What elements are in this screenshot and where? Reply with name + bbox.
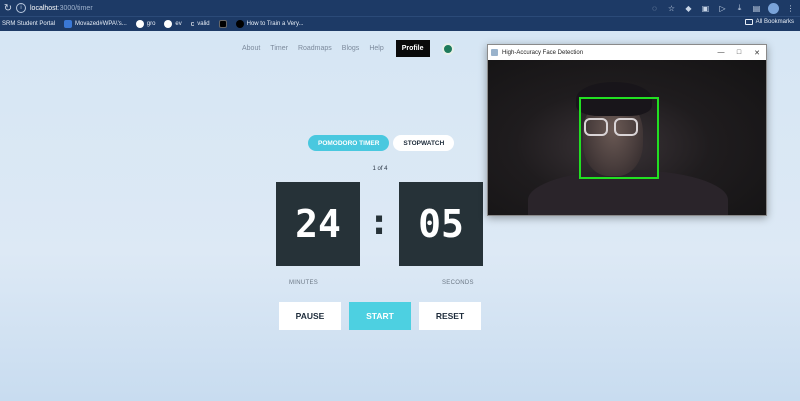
- all-bookmarks[interactable]: All Bookmarks: [744, 19, 794, 25]
- nav-roadmaps[interactable]: Roadmaps: [298, 45, 332, 52]
- mode-tabs: POMODORO TIMER STOPWATCH: [308, 135, 455, 151]
- extensions-icon[interactable]: ▣: [700, 3, 711, 14]
- reload-icon[interactable]: ↻: [0, 0, 16, 16]
- minimize-icon[interactable]: —: [712, 45, 730, 60]
- ai-icon: [218, 20, 227, 28]
- play-icon[interactable]: ▷: [717, 3, 728, 14]
- bookmark-movazed[interactable]: Movazed#WPA\'s...: [64, 20, 127, 28]
- pause-button[interactable]: PAUSE: [279, 302, 341, 330]
- bookmark-train[interactable]: How to Train a Very...: [235, 20, 304, 28]
- bookmark-label: SRM Student Portal: [2, 21, 56, 27]
- bookmark-valid[interactable]: c valid: [191, 21, 210, 28]
- reset-button[interactable]: RESET: [419, 302, 481, 330]
- star-icon[interactable]: ☆: [666, 3, 677, 14]
- medium-icon: [235, 20, 244, 28]
- bookmark-label: How to Train a Very...: [246, 21, 304, 27]
- time-separator: :: [372, 203, 386, 243]
- maximize-icon[interactable]: □: [730, 45, 748, 60]
- bookmark-label: Movazed#WPA\'s...: [75, 21, 127, 27]
- tab-stopwatch[interactable]: STOPWATCH: [393, 135, 455, 151]
- nav-help[interactable]: Help: [369, 45, 383, 52]
- face-detection-box: [579, 97, 659, 179]
- camera-feed: [488, 60, 766, 215]
- face-detection-window[interactable]: High-Accuracy Face Detection — □ ✕: [487, 44, 767, 216]
- folder-icon: [744, 19, 753, 25]
- start-button[interactable]: START: [349, 302, 411, 330]
- extension-fox-icon[interactable]: ◆: [683, 3, 694, 14]
- address-bar[interactable]: i localhost :3000/timer: [16, 2, 666, 14]
- bookmark-icon: [64, 20, 73, 28]
- bookmark-ev[interactable]: ev: [164, 20, 182, 28]
- bookmark-ai[interactable]: [218, 20, 227, 28]
- browser-toolbar: ↻ i localhost :3000/timer ◌ ☆ ◆ ▣ ▷ ⤓ ▤ …: [0, 0, 800, 16]
- close-icon[interactable]: ✕: [748, 45, 766, 60]
- menu-icon[interactable]: ⋮: [785, 3, 796, 14]
- top-nav: About Timer Roadmaps Blogs Help Profile: [242, 40, 454, 57]
- window-titlebar[interactable]: High-Accuracy Face Detection — □ ✕: [488, 45, 766, 60]
- site-info-icon[interactable]: i: [16, 3, 26, 13]
- app-icon: [491, 49, 498, 56]
- split-view-icon[interactable]: ▤: [751, 3, 762, 14]
- github-icon: [135, 20, 144, 28]
- profile-avatar[interactable]: [768, 2, 779, 14]
- nav-timer[interactable]: Timer: [270, 45, 288, 52]
- c-icon: c: [190, 20, 195, 28]
- globe-icon: [164, 20, 173, 28]
- url-host: localhost: [30, 4, 58, 12]
- minutes-display: 24: [276, 182, 360, 266]
- profile-button[interactable]: Profile: [395, 40, 430, 57]
- eye-off-icon[interactable]: ◌: [649, 3, 660, 14]
- bookmark-label: ev: [175, 21, 182, 27]
- bookmark-gro[interactable]: gro: [135, 20, 156, 28]
- download-icon[interactable]: ⤓: [734, 3, 745, 14]
- tab-pomodoro[interactable]: POMODORO TIMER: [308, 135, 390, 151]
- minutes-label: MINUTES: [289, 280, 319, 286]
- url-path: :3000/timer: [57, 4, 93, 12]
- window-title: High-Accuracy Face Detection: [502, 49, 584, 56]
- seconds-display: 05: [399, 182, 483, 266]
- bookmark-label: gro: [146, 21, 156, 27]
- seconds-label: SECONDS: [442, 280, 474, 286]
- bookmark-label: valid: [197, 21, 210, 27]
- bookmark-srm[interactable]: SRM Student Portal: [2, 21, 55, 27]
- starbucks-logo-icon[interactable]: [441, 42, 454, 55]
- nav-blogs[interactable]: Blogs: [342, 45, 360, 52]
- all-bookmarks-label: All Bookmarks: [755, 19, 794, 25]
- bookmarks-bar: SRM Student Portal Movazed#WPA\'s... gro…: [0, 16, 800, 31]
- nav-about[interactable]: About: [242, 45, 260, 52]
